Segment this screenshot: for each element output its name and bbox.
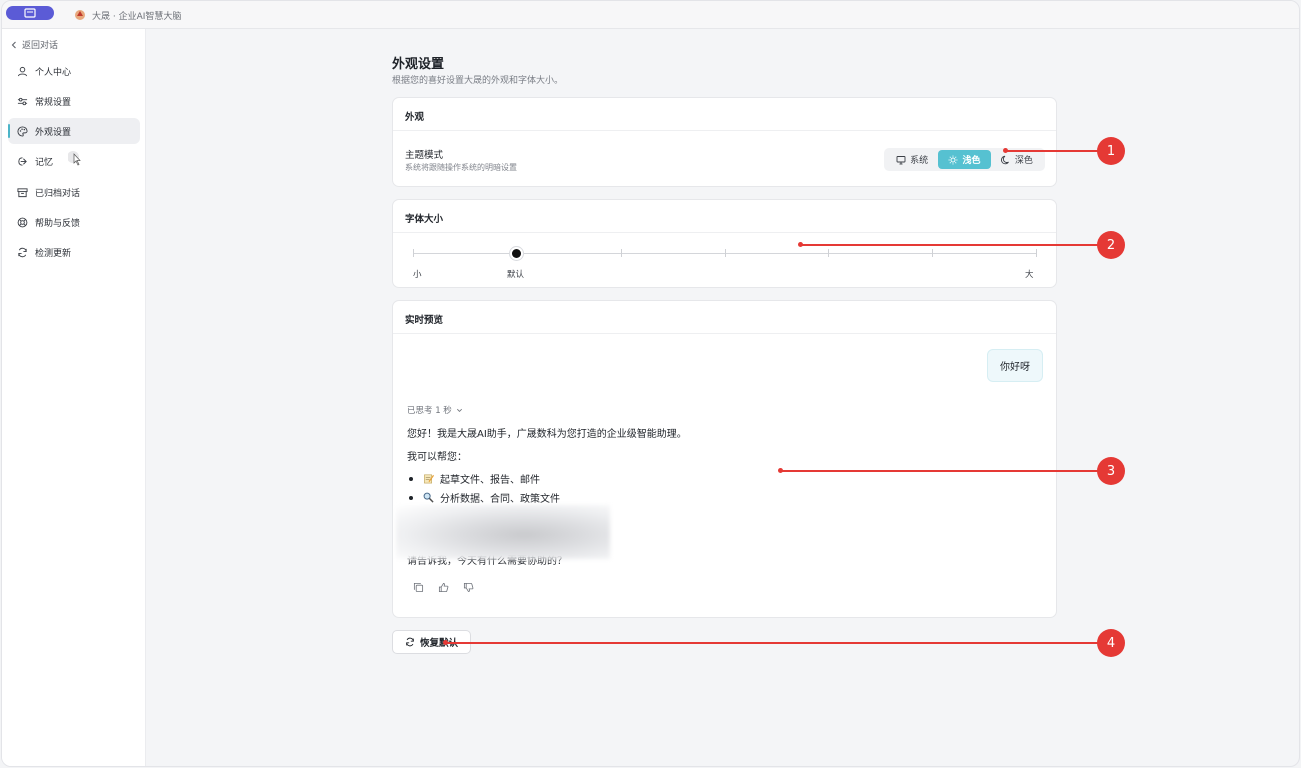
callout-line-4 bbox=[446, 642, 1098, 644]
appearance-header: 外观 bbox=[393, 98, 1056, 131]
mouse-cursor-icon bbox=[68, 151, 81, 166]
help-icon bbox=[17, 217, 28, 227]
user-icon bbox=[17, 66, 28, 76]
sidebar-item-label: 常规设置 bbox=[35, 97, 72, 108]
assistant-greeting: 您好！我是大晟AI助手，广晟数科为您打造的企业级智能助理。 bbox=[407, 429, 687, 440]
chevron-down-icon bbox=[456, 408, 462, 412]
callout-line-2 bbox=[801, 244, 1098, 246]
palette-icon bbox=[17, 125, 28, 137]
sidebar-item-label: 记忆 bbox=[35, 157, 54, 168]
sidebar-item-update[interactable]: 检测更新 bbox=[8, 239, 140, 265]
sidebar-item-label: 帮助与反馈 bbox=[35, 218, 81, 229]
theme-option-label: 浅色 bbox=[962, 156, 981, 166]
app-logo-icon bbox=[75, 10, 85, 20]
preview-card: 实时预览 你好呀 已思考 1 秒 您好！我是大晟AI助手，广晟数科为您打造的企业… bbox=[392, 300, 1057, 618]
callout-dot-3 bbox=[778, 468, 783, 473]
page-title: 外观设置 bbox=[392, 57, 445, 72]
sliders-icon bbox=[17, 97, 28, 105]
title-bar: 大晟 · 企业AI智慧大脑 bbox=[2, 1, 1299, 29]
memo-icon bbox=[424, 474, 434, 484]
refresh-icon bbox=[406, 637, 414, 647]
back-to-chat-link[interactable]: 返回对话 bbox=[10, 38, 58, 51]
window-title: 大晟 · 企业AI智慧大脑 bbox=[92, 12, 182, 22]
callout-badge-4: 4 bbox=[1097, 629, 1125, 657]
app-window: 大晟 · 企业AI智慧大脑 返回对话 个人中心 常规设置 外观设置 记忆 已归档… bbox=[1, 0, 1300, 767]
callout-dot-4 bbox=[443, 640, 448, 645]
main-content: 外观设置 根据您的喜好设置大晟的外观和字体大小。 外观 主题模式 系统将跟随操作… bbox=[147, 29, 1299, 766]
sidebar-item-help[interactable]: 帮助与反馈 bbox=[8, 209, 140, 235]
callout-dot-1 bbox=[1003, 148, 1008, 153]
theme-option-dark[interactable]: 深色 bbox=[991, 150, 1043, 169]
slider-tick bbox=[725, 249, 726, 257]
sidebar-item-appearance[interactable]: 外观设置 bbox=[8, 118, 140, 144]
window-icon bbox=[24, 8, 36, 18]
thumbs-up-icon[interactable] bbox=[438, 582, 449, 593]
sun-icon bbox=[948, 155, 958, 164]
sidebar: 返回对话 个人中心 常规设置 外观设置 记忆 已归档对话 帮助与反馈 检测更新 bbox=[2, 29, 146, 766]
monitor-icon bbox=[896, 155, 906, 164]
sidebar-item-label: 已归档对话 bbox=[35, 188, 81, 199]
list-item-text: 分析数据、合同、政策文件 bbox=[440, 494, 560, 505]
memory-icon bbox=[18, 156, 27, 166]
assistant-help-intro: 我可以帮您： bbox=[407, 452, 467, 463]
list-item: 分析数据、合同、政策文件 bbox=[409, 490, 560, 505]
font-size-label-large: 大 bbox=[1025, 270, 1034, 280]
window-switcher-button[interactable] bbox=[6, 6, 54, 20]
thinking-toggle[interactable]: 已思考 1 秒 bbox=[407, 404, 463, 416]
back-label: 返回对话 bbox=[22, 41, 59, 51]
appearance-card: 外观 主题模式 系统将跟随操作系统的明暗设置 系统 浅色 深色 bbox=[392, 97, 1057, 187]
theme-mode-title: 主题模式 bbox=[405, 150, 444, 161]
callout-line-3 bbox=[781, 470, 1098, 472]
list-item: 起草文件、报告、邮件 bbox=[409, 471, 540, 486]
sidebar-item-archived[interactable]: 已归档对话 bbox=[8, 179, 140, 205]
slider-tick bbox=[1036, 249, 1037, 257]
thinking-label: 已思考 1 秒 bbox=[407, 406, 452, 416]
message-actions bbox=[413, 582, 474, 593]
theme-option-label: 系统 bbox=[910, 156, 929, 166]
callout-line-1 bbox=[1006, 150, 1098, 152]
sidebar-item-label: 个人中心 bbox=[35, 67, 72, 78]
bullet-dot bbox=[409, 495, 413, 500]
theme-option-system[interactable]: 系统 bbox=[886, 150, 938, 169]
refresh-icon bbox=[18, 247, 27, 257]
slider-tick bbox=[413, 249, 414, 257]
chevron-left-icon bbox=[11, 41, 16, 48]
slider-tick bbox=[828, 249, 829, 257]
blurred-region bbox=[396, 505, 610, 559]
user-message-bubble: 你好呀 bbox=[987, 349, 1043, 382]
theme-mode-description: 系统将跟随操作系统的明暗设置 bbox=[405, 163, 517, 172]
callout-badge-3: 3 bbox=[1097, 457, 1125, 485]
list-item-text: 起草文件、报告、邮件 bbox=[440, 475, 540, 486]
theme-option-light[interactable]: 浅色 bbox=[938, 150, 991, 169]
font-size-slider-handle[interactable] bbox=[512, 249, 521, 258]
preview-header: 实时预览 bbox=[393, 301, 1056, 334]
font-size-header: 字体大小 bbox=[393, 200, 1056, 233]
callout-badge-2: 2 bbox=[1097, 231, 1125, 259]
thumbs-down-icon[interactable] bbox=[463, 582, 474, 593]
theme-option-label: 深色 bbox=[1014, 156, 1033, 166]
sidebar-item-label: 检测更新 bbox=[35, 248, 72, 259]
moon-icon bbox=[1000, 155, 1009, 164]
magnifier-icon bbox=[423, 492, 434, 503]
font-size-label-default: 默认 bbox=[507, 270, 525, 280]
sidebar-item-general[interactable]: 常规设置 bbox=[8, 88, 140, 114]
callout-dot-2 bbox=[798, 242, 803, 247]
sidebar-item-label: 外观设置 bbox=[35, 127, 72, 138]
font-size-label-small: 小 bbox=[413, 270, 422, 280]
copy-icon[interactable] bbox=[413, 582, 424, 593]
slider-tick bbox=[621, 249, 622, 257]
archive-icon bbox=[17, 187, 28, 197]
page-subtitle: 根据您的喜好设置大晟的外观和字体大小。 bbox=[392, 76, 564, 86]
callout-badge-1: 1 bbox=[1097, 137, 1125, 165]
sidebar-item-profile[interactable]: 个人中心 bbox=[8, 58, 140, 84]
bullet-dot bbox=[409, 476, 413, 481]
slider-tick bbox=[932, 249, 933, 257]
